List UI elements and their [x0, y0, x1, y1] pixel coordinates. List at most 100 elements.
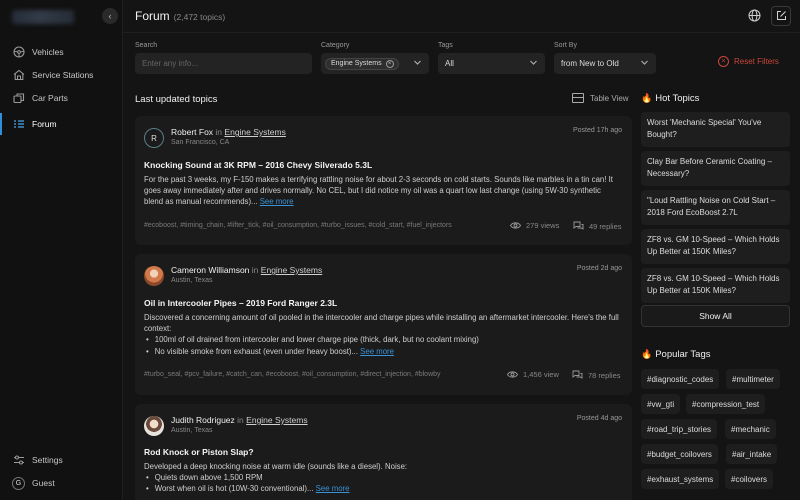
tags-label: Tags — [438, 42, 453, 49]
list-item: No visible smoke from exhaust (even unde… — [144, 346, 622, 357]
avatar: R — [144, 128, 164, 148]
bullet-text: No visible smoke from exhaust (even unde… — [154, 346, 358, 356]
sort-value: from New to Old — [561, 59, 619, 68]
list-item: Quiets down above 1,500 RPM — [144, 472, 622, 483]
chevron-left-icon: ‹ — [108, 11, 112, 21]
category-link[interactable]: Engine Systems — [261, 265, 322, 275]
tags-value: All — [445, 59, 454, 68]
chat-icon — [572, 370, 583, 380]
sidebar-item-forum[interactable]: Forum — [0, 113, 123, 135]
fire-icon: 🔥 — [641, 93, 653, 103]
reset-filters-button[interactable]: × Reset Filters — [718, 56, 779, 67]
author-name[interactable]: Cameron Williamson — [171, 265, 249, 275]
category-link[interactable]: Engine Systems — [224, 127, 285, 137]
topic-body: Developed a deep knocking noise at warm … — [144, 461, 622, 495]
sidebar-item-vehicles[interactable]: Vehicles — [0, 41, 123, 63]
topic-body: Discovered a concerning amount of oil po… — [144, 312, 622, 357]
bullet-text: 100ml of oil drained from intercooler an… — [154, 335, 479, 345]
close-circle-icon: × — [718, 56, 729, 67]
tag-chip[interactable]: #coilovers — [725, 469, 774, 489]
topic-author-line: Judith Rodriguez in Engine Systems — [171, 415, 308, 425]
table-view-toggle[interactable]: Table View — [572, 93, 629, 103]
replies-text: 78 replies — [588, 370, 621, 380]
chevron-down-icon — [529, 58, 538, 69]
guest-label: Guest — [32, 478, 55, 488]
new-topic-button[interactable] — [771, 6, 791, 26]
category-link[interactable]: Engine Systems — [246, 415, 307, 425]
see-more-link[interactable]: See more — [316, 484, 350, 493]
topic-body-text: Discovered a concerning amount of oil po… — [144, 313, 619, 334]
hot-topics-label: Hot Topics — [655, 93, 700, 104]
hot-topic-item[interactable]: Clay Bar Before Ceramic Coating – Necess… — [641, 151, 790, 186]
sidebar-item-label: Vehicles — [32, 47, 64, 57]
sidebar-item-label: Car Parts — [32, 93, 68, 103]
topic-title[interactable]: Rod Knock or Piston Slap? — [144, 447, 254, 457]
popular-tags-title: 🔥 Popular Tags — [641, 349, 711, 360]
topic-title[interactable]: Knocking Sound at 3K RPM – 2016 Chevy Si… — [144, 160, 372, 170]
author-location: Austin, Texas — [171, 427, 213, 434]
sidebar-item-label: Service Stations — [32, 70, 94, 80]
edit-icon — [776, 10, 787, 23]
tag-chip[interactable]: #compression_test — [686, 394, 766, 414]
show-all-button[interactable]: Show All — [641, 305, 790, 327]
category-chip: Engine Systems × — [325, 57, 399, 70]
remove-chip-icon[interactable]: × — [385, 59, 394, 68]
in-word: in — [215, 127, 223, 137]
search-field[interactable] — [135, 53, 312, 74]
tag-chip[interactable]: #vw_gti — [641, 394, 681, 414]
topic-card[interactable]: Judith Rodriguez in Engine Systems Austi… — [135, 404, 632, 500]
globe-icon — [748, 9, 761, 24]
sort-label: Sort By — [554, 42, 577, 49]
hot-topic-item[interactable]: ZF8 vs. GM 10-Speed – Which Holds Up Bet… — [641, 268, 790, 303]
search-input[interactable] — [142, 59, 305, 68]
sidebar: ‹ Vehicles Service Stations Car Parts Fo… — [0, 0, 123, 500]
topic-body-text: For the past 3 weeks, my F-150 makes a t… — [144, 175, 613, 207]
sidebar-item-car-parts[interactable]: Car Parts — [0, 87, 123, 109]
see-more-link[interactable]: See more — [360, 347, 394, 356]
page-title-text: Forum — [135, 9, 170, 23]
eye-icon — [507, 370, 518, 379]
topic-card[interactable]: Cameron Williamson in Engine Systems Aus… — [135, 254, 632, 395]
category-select[interactable]: Engine Systems × — [321, 53, 429, 74]
tag-chip[interactable]: #diagnostic_codes — [641, 369, 720, 389]
sidebar-item-service-stations[interactable]: Service Stations — [0, 64, 123, 86]
see-more-link[interactable]: See more — [260, 197, 294, 206]
settings-label: Settings — [32, 455, 63, 465]
posted-time: Posted 4d ago — [576, 415, 622, 422]
sort-select[interactable]: from New to Old — [554, 53, 656, 74]
sidebar-item-settings[interactable]: Settings — [0, 449, 123, 471]
tag-chip[interactable]: #mechanic — [725, 419, 776, 439]
replies-text: 49 replies — [589, 221, 622, 231]
author-location: Austin, Texas — [171, 277, 213, 284]
collapse-sidebar-button[interactable]: ‹ — [102, 8, 118, 24]
tag-chip[interactable]: #budget_coilovers — [641, 444, 718, 464]
topic-card[interactable]: R Robert Fox in Engine Systems San Franc… — [135, 116, 632, 245]
hot-topic-item[interactable]: ZF8 vs. GM 10-Speed – Which Holds Up Bet… — [641, 229, 790, 264]
avatar — [144, 266, 164, 286]
tags-select[interactable]: All — [438, 53, 545, 74]
brand-logo[interactable] — [12, 10, 74, 24]
category-label: Category — [321, 42, 350, 49]
table-icon — [572, 93, 584, 103]
topic-bullet-list: Quiets down above 1,500 RPM Worst when o… — [144, 472, 622, 494]
topic-body: For the past 3 weeks, my F-150 makes a t… — [144, 174, 622, 208]
list-item: 100ml of oil drained from intercooler an… — [144, 334, 622, 345]
tag-chip[interactable]: #multimeter — [726, 369, 780, 389]
tag-chip[interactable]: #exhaust_systems — [641, 469, 720, 489]
language-button[interactable] — [744, 6, 764, 26]
author-name[interactable]: Judith Rodriguez — [171, 415, 235, 425]
hot-topic-item[interactable]: Worst 'Mechanic Special' You've Bought? — [641, 112, 790, 147]
tag-chip[interactable]: #road_trip_stories — [641, 419, 718, 439]
reset-filters-label: Reset Filters — [734, 57, 779, 66]
hot-topics-title: 🔥 Hot Topics — [641, 93, 699, 104]
avatar: G — [12, 476, 25, 490]
forum-list-icon — [12, 118, 25, 131]
chat-icon — [573, 221, 584, 231]
author-name[interactable]: Robert Fox — [171, 127, 213, 137]
list-item: Worst when oil is hot (10W-30 convention… — [144, 483, 622, 494]
sidebar-item-guest[interactable]: G Guest — [0, 472, 123, 494]
eye-icon — [510, 221, 521, 230]
topic-title[interactable]: Oil in Intercooler Pipes – 2019 Ford Ran… — [144, 298, 337, 308]
tag-chip[interactable]: #air_intake — [726, 444, 778, 464]
hot-topic-item[interactable]: "Loud Rattling Noise on Cold Start – 201… — [641, 190, 790, 225]
